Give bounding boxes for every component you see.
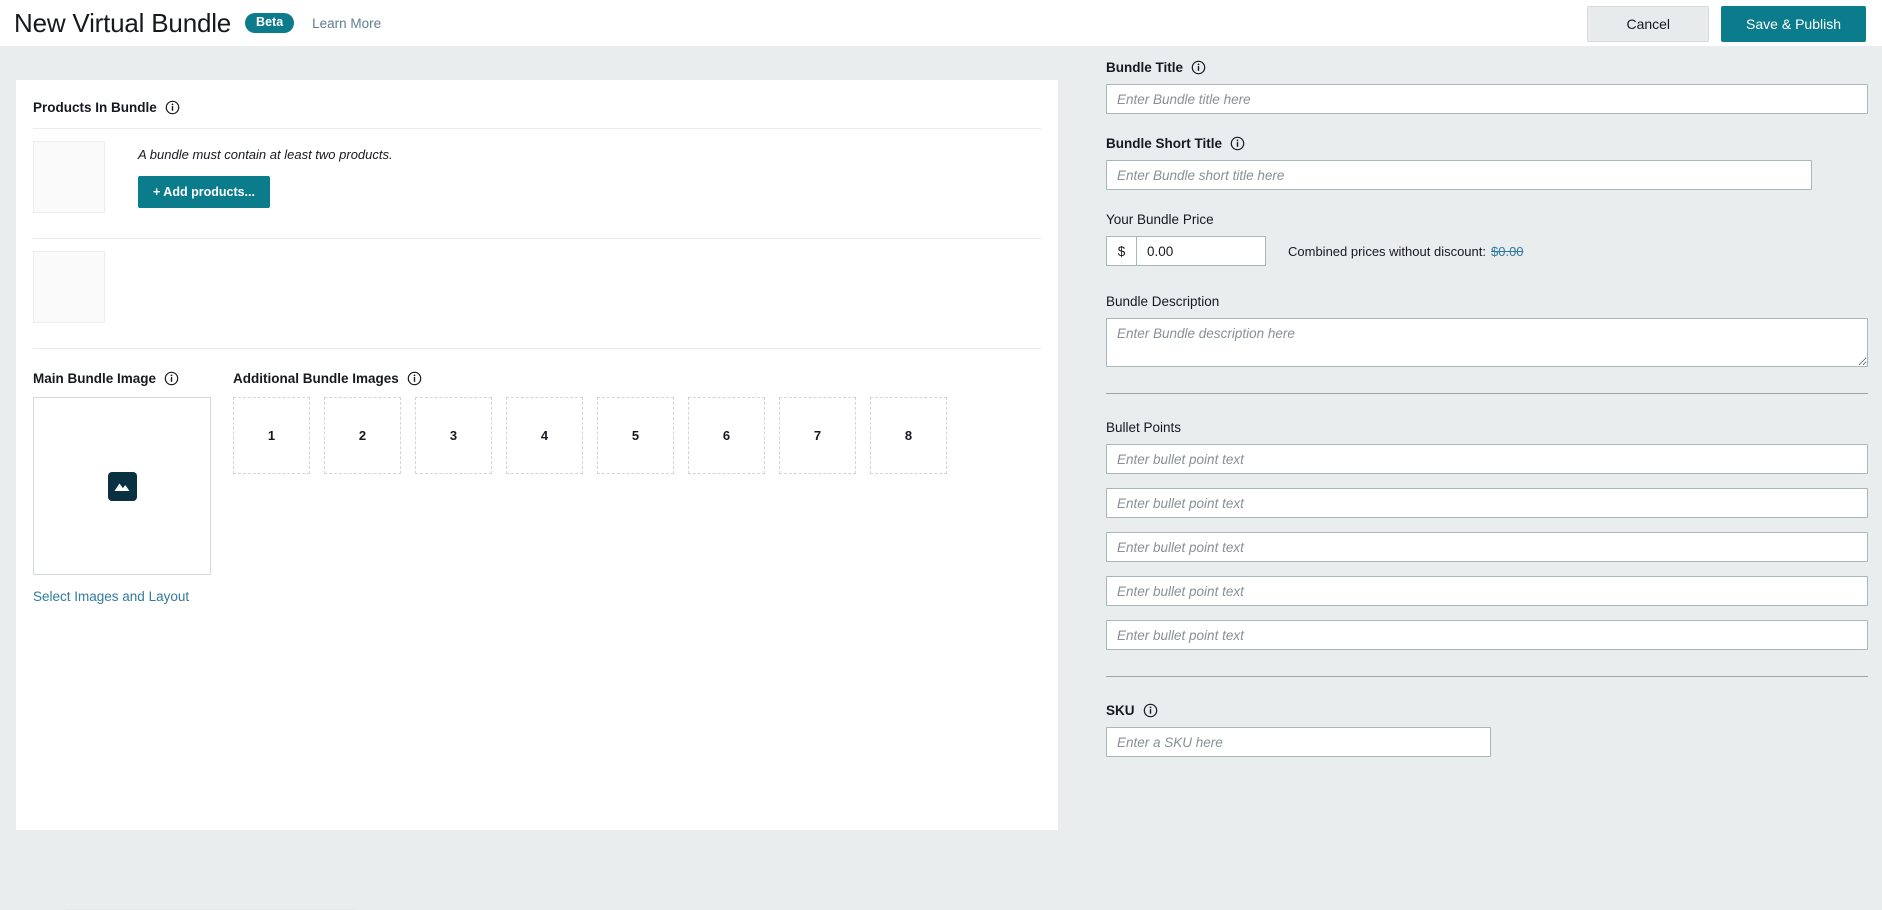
bullet-point-input[interactable] xyxy=(1106,488,1868,518)
bullet-point-input[interactable] xyxy=(1106,532,1868,562)
right-form-panel: Bundle Title Bundle Short Title Your Bun… xyxy=(1106,60,1882,757)
product-info: A bundle must contain at least two produ… xyxy=(138,141,393,208)
bundle-price-input[interactable] xyxy=(1136,236,1266,266)
additional-image-slot[interactable]: 8 xyxy=(870,397,947,474)
header-actions: Cancel Save & Publish xyxy=(1587,6,1866,42)
bundle-short-title-label-row: Bundle Short Title xyxy=(1106,136,1882,151)
bullet-point-input[interactable] xyxy=(1106,576,1868,606)
bundle-title-input[interactable] xyxy=(1106,84,1868,114)
sku-label-row: SKU xyxy=(1106,703,1882,718)
additional-bundle-images-header: Additional Bundle Images xyxy=(233,371,947,386)
additional-bundle-images-title: Additional Bundle Images xyxy=(233,371,399,386)
beta-badge: Beta xyxy=(245,13,295,33)
images-area: Main Bundle Image Select Images and Layo… xyxy=(16,349,1058,606)
additional-image-slot[interactable]: 2 xyxy=(324,397,401,474)
bundle-price-row: $ Combined prices without discount: $0.0… xyxy=(1106,236,1882,266)
products-in-bundle-title: Products In Bundle xyxy=(33,100,157,115)
sku-label: SKU xyxy=(1106,703,1135,718)
combined-prices-label: Combined prices without discount: xyxy=(1288,243,1486,259)
additional-image-slot[interactable]: 4 xyxy=(506,397,583,474)
title-group: New Virtual Bundle Beta Learn More xyxy=(14,8,381,38)
additional-image-slot-row: 1 2 3 4 5 6 7 8 xyxy=(233,397,947,474)
product-thumbnail-placeholder[interactable] xyxy=(33,141,105,213)
bundle-hint-text: A bundle must contain at least two produ… xyxy=(138,147,393,162)
bundle-price-label: Your Bundle Price xyxy=(1106,212,1214,227)
divider xyxy=(1106,676,1868,677)
image-icon xyxy=(107,471,137,501)
bundle-title-label-row: Bundle Title xyxy=(1106,60,1882,75)
bundle-short-title-label: Bundle Short Title xyxy=(1106,136,1223,151)
sku-input[interactable] xyxy=(1106,727,1491,757)
product-slot-row: A bundle must contain at least two produ… xyxy=(16,129,1058,225)
add-products-button[interactable]: + Add products... xyxy=(138,176,270,208)
bundle-description-label: Bundle Description xyxy=(1106,294,1220,309)
product-thumbnail-placeholder[interactable] xyxy=(33,251,105,323)
bundle-description-textarea[interactable] xyxy=(1106,318,1868,367)
info-circle-icon[interactable] xyxy=(1191,60,1206,75)
bullet-point-input[interactable] xyxy=(1106,444,1868,474)
bundle-title-label: Bundle Title xyxy=(1106,60,1184,75)
main-bundle-image-dropzone[interactable] xyxy=(33,397,211,575)
cancel-button[interactable]: Cancel xyxy=(1587,6,1710,42)
divider xyxy=(1106,393,1868,394)
main-bundle-image-column: Main Bundle Image Select Images and Layo… xyxy=(33,371,211,606)
left-content-card: Products In Bundle A bundle must contain… xyxy=(16,80,1058,910)
additional-image-slot[interactable]: 5 xyxy=(597,397,674,474)
bullet-point-input[interactable] xyxy=(1106,620,1868,650)
additional-image-slot[interactable]: 1 xyxy=(233,397,310,474)
select-images-and-layout-link[interactable]: Select Images and Layout xyxy=(33,589,189,604)
page-title: New Virtual Bundle xyxy=(14,8,232,38)
additional-bundle-images-column: Additional Bundle Images 1 2 3 4 5 6 7 8 xyxy=(233,371,947,606)
additional-image-slot[interactable]: 3 xyxy=(415,397,492,474)
save-and-publish-button[interactable]: Save & Publish xyxy=(1721,6,1866,42)
info-circle-icon[interactable] xyxy=(1143,703,1158,718)
info-circle-icon[interactable] xyxy=(165,100,180,115)
product-slot-row xyxy=(16,239,1058,335)
main-bundle-image-title: Main Bundle Image xyxy=(33,371,157,386)
learn-more-link[interactable]: Learn More xyxy=(312,16,381,31)
top-header-bar: New Virtual Bundle Beta Learn More Cance… xyxy=(0,0,1882,46)
additional-image-slot[interactable]: 6 xyxy=(688,397,765,474)
currency-symbol: $ xyxy=(1106,236,1136,266)
bullet-points-list xyxy=(1106,444,1882,650)
bundle-short-title-input[interactable] xyxy=(1106,160,1812,190)
main-bundle-image-header: Main Bundle Image xyxy=(33,371,211,386)
info-circle-icon[interactable] xyxy=(407,371,422,386)
info-circle-icon[interactable] xyxy=(164,371,179,386)
combined-prices-value: $0.00 xyxy=(1491,243,1524,259)
bullet-points-label: Bullet Points xyxy=(1106,420,1182,435)
additional-image-slot[interactable]: 7 xyxy=(779,397,856,474)
products-in-bundle-header: Products In Bundle xyxy=(16,80,1058,115)
info-circle-icon[interactable] xyxy=(1230,136,1245,151)
